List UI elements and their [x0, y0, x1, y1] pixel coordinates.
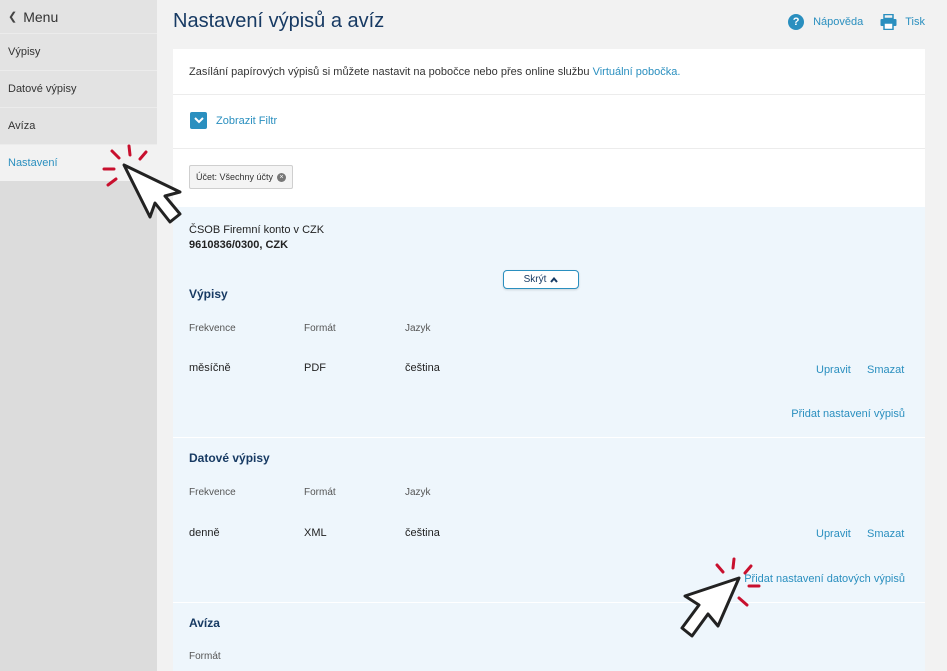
data-statement-frequency: denně [189, 527, 220, 539]
info-text: Zasílání papírových výpisů si můžete nas… [189, 66, 680, 78]
statement-language: čeština [405, 362, 440, 374]
delete-data-statement-link[interactable]: Smazat [867, 528, 904, 540]
chip-label: Účet: Všechny účty [196, 172, 274, 182]
column-header-frequency: Frekvence [189, 323, 236, 334]
section-divider [173, 602, 925, 603]
statement-frequency: měsíčně [189, 362, 231, 374]
sidebar-item-label: Nastavení [8, 157, 58, 169]
print-link[interactable]: Tisk [905, 16, 925, 28]
hide-button[interactable]: Skrýt [503, 270, 579, 289]
sidebar-item-label: Avíza [8, 120, 36, 132]
menu-back-button[interactable]: ❮ Menu [0, 0, 157, 34]
click-cursor-icon [102, 144, 182, 224]
divider [173, 94, 925, 95]
column-header-frequency: Frekvence [189, 487, 236, 498]
sidebar-item-statements[interactable]: Výpisy [0, 34, 157, 71]
account-name: ČSOB Firemní konto v CZK [189, 224, 325, 236]
column-header-format: Formát [189, 651, 221, 662]
sidebar-item-data-statements[interactable]: Datové výpisy [0, 71, 157, 108]
hide-label: Skrýt [523, 274, 547, 285]
column-header-language: Jazyk [405, 487, 431, 498]
page-title: Nastavení výpisů a avíz [173, 10, 385, 32]
section-divider [173, 437, 925, 438]
edit-statement-link[interactable]: Upravit [816, 364, 851, 376]
sidebar: ❮ Menu Výpisy Datové výpisy Avíza Nastav… [0, 0, 157, 671]
menu-label: Menu [23, 8, 59, 25]
close-icon[interactable]: × [277, 172, 287, 182]
edit-data-statement-link[interactable]: Upravit [816, 528, 851, 540]
chevron-down-icon [190, 112, 207, 129]
sidebar-item-label: Výpisy [8, 46, 41, 58]
delete-statement-link[interactable]: Smazat [867, 364, 904, 376]
data-statements-title: Datové výpisy [189, 451, 270, 465]
sidebar-item-label: Datové výpisy [8, 83, 77, 95]
divider [173, 148, 925, 149]
account-section: ČSOB Firemní konto v CZK 9610836/0300, C… [173, 207, 925, 671]
click-cursor-icon [680, 557, 761, 638]
header-actions: ? Nápověda Tisk [788, 14, 925, 30]
add-data-statement-setting-link[interactable]: Přidat nastavení datových výpisů [744, 573, 905, 585]
column-header-language: Jazyk [405, 323, 431, 334]
statement-format: PDF [304, 362, 326, 374]
statements-title: Výpisy [189, 287, 228, 301]
chevron-left-icon: ❮ [8, 11, 18, 23]
advices-title: Avíza [189, 616, 220, 630]
help-icon[interactable]: ? [788, 14, 805, 30]
column-header-format: Formát [304, 487, 336, 498]
column-header-format: Formát [304, 323, 336, 334]
help-link[interactable]: Nápověda [813, 16, 863, 28]
virtual-branch-link[interactable]: Virtuální pobočka. [593, 66, 681, 78]
data-statement-format: XML [304, 527, 327, 539]
account-number: 9610836/0300, CZK [189, 239, 289, 251]
settings-panel: Zasílání papírových výpisů si můžete nas… [173, 49, 925, 671]
show-filter-button[interactable]: Zobrazit Filtr [190, 112, 277, 129]
sidebar-item-advices[interactable]: Avíza [0, 108, 157, 145]
info-message: Zasílání papírových výpisů si můžete nas… [189, 66, 590, 78]
account-filter-chip[interactable]: Účet: Všechny účty × [189, 165, 294, 189]
printer-icon[interactable] [880, 14, 897, 30]
add-statement-setting-link[interactable]: Přidat nastavení výpisů [791, 408, 905, 420]
chevron-up-icon [550, 276, 559, 283]
data-statement-language: čeština [405, 527, 440, 539]
show-filter-label: Zobrazit Filtr [216, 114, 278, 127]
